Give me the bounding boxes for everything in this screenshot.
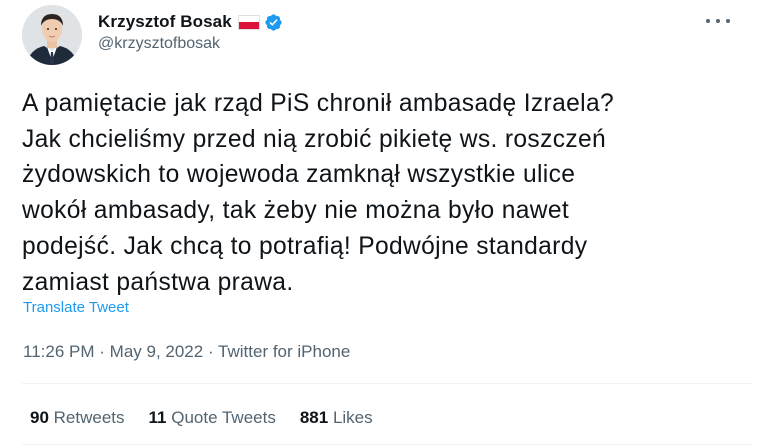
- meta-separator: ·: [99, 342, 105, 361]
- retweets-stat[interactable]: 90 Retweets: [30, 408, 125, 428]
- tweet-text-line: żydowskich to wojewoda zamknął wszystkie…: [22, 161, 576, 189]
- more-options-icon[interactable]: [706, 13, 730, 29]
- author-handle[interactable]: @krzysztofbosak: [98, 35, 220, 53]
- avatar-photo: [22, 5, 82, 65]
- retweets-count: 90: [30, 408, 49, 427]
- quote-tweets-label: Quote Tweets: [171, 408, 276, 427]
- tweet-text-line: Jak chcieliśmy przed nią zrobić pikietę …: [22, 125, 607, 153]
- tweet-text-line: podejść. Jak chcą to potrafią! Podwójne …: [22, 232, 588, 260]
- verified-badge-icon: [265, 13, 282, 31]
- tweet-source[interactable]: Twitter for iPhone: [218, 342, 350, 361]
- author-display-name[interactable]: Krzysztof Bosak: [98, 12, 232, 32]
- quote-tweets-count: 11: [148, 408, 167, 427]
- divider: [22, 444, 752, 445]
- tweet-time[interactable]: 11:26 PM: [23, 342, 95, 361]
- likes-label: Likes: [332, 408, 373, 427]
- tweet-text-line: zamiast państwa prawa.: [22, 268, 294, 296]
- likes-stat[interactable]: 881 Likes: [300, 408, 373, 428]
- poland-flag-icon: [237, 14, 260, 30]
- tweet-card: Krzysztof Bosak @krzysztofbosak A pamięt…: [0, 0, 779, 446]
- tweet-text-line: A pamiętacie jak rząd PiS chronił ambasa…: [22, 90, 615, 117]
- meta-separator: ·: [207, 342, 214, 361]
- divider: [22, 383, 752, 384]
- tweet-text-line: wokół ambasady, tak żeby nie można było …: [22, 197, 570, 225]
- engagement-stats: 90 Retweets 11 Quote Tweets 881 Likes: [30, 408, 373, 428]
- avatar[interactable]: [22, 5, 82, 65]
- tweet-text: A pamiętacie jak rząd PiS chronił ambasa…: [22, 86, 742, 300]
- quote-tweets-stat[interactable]: 11 Quote Tweets: [149, 408, 276, 428]
- likes-count: 881: [299, 408, 329, 427]
- tweet-date[interactable]: May 9, 2022: [110, 342, 204, 361]
- author-name-row: Krzysztof Bosak: [98, 11, 283, 33]
- retweets-label: Retweets: [53, 408, 125, 427]
- tweet-metadata: 11:26 PM · May 9, 2022 · Twitter for iPh…: [23, 342, 350, 362]
- translate-tweet-link[interactable]: Translate Tweet: [23, 299, 129, 316]
